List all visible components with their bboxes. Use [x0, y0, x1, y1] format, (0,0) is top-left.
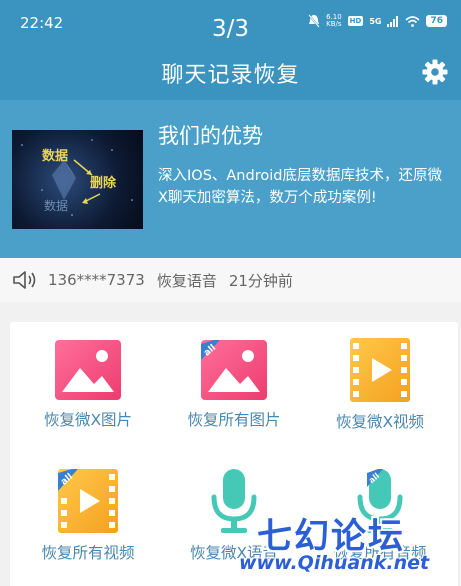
gear-icon[interactable]: [421, 58, 449, 86]
hd-badge: HD: [347, 16, 364, 26]
recover-all-images-button[interactable]: all 恢复所有图片: [159, 338, 309, 430]
net-speed: 6.10 KB/s: [326, 13, 342, 28]
banner-word-data-faded: 数据: [44, 198, 68, 213]
site-watermark: 七幻论坛 www.Qihuank.net: [235, 508, 461, 586]
banner-image: 数据 删除 数据: [12, 130, 143, 229]
recover-all-videos-button[interactable]: all 恢复所有视频: [13, 467, 163, 563]
signal-label: 5G: [369, 16, 382, 26]
notice-time: 21分钟前: [228, 271, 293, 290]
banner-description: 深入IOS、Android底层数据库技术，还原微X聊天加密算法，数万个成功案例!: [158, 168, 442, 206]
tile-label: 恢复微X图片: [43, 411, 133, 429]
battery-indicator: 76: [426, 15, 447, 27]
tile-label: 恢复微X视频: [335, 413, 425, 431]
image-all-icon: all: [201, 340, 267, 400]
data-recovery-illustration: 数据 删除 数据: [21, 139, 133, 216]
video-all-icon: all: [58, 469, 118, 533]
top-header: 22:42 3/3 6.10 KB/s HD 5G 76 聊天记录恢复: [0, 0, 461, 100]
notice-phone: 136****7373: [48, 271, 145, 289]
banner-word-data: 数据: [42, 148, 68, 164]
advantage-banner: 数据 删除 数据 我们的优势 深入IOS、Android底层数据库技术，还原微X…: [0, 100, 461, 258]
tile-label: 恢复所有图片: [187, 411, 281, 429]
speaker-icon: [13, 271, 36, 289]
recent-activity-notice: 136****7373 恢复语音 21分钟前: [0, 258, 461, 302]
video-icon: [350, 338, 410, 402]
watermark-url: www.Qihuank.net: [239, 552, 430, 574]
mute-icon: [308, 14, 320, 28]
recover-wx-videos-button[interactable]: 恢复微X视频: [305, 336, 455, 432]
image-icon: [55, 340, 121, 400]
signal-bars-icon: [387, 15, 399, 27]
recover-wx-images-button[interactable]: 恢复微X图片: [13, 338, 163, 430]
tile-label: 恢复所有视频: [41, 544, 135, 562]
notice-action: 恢复语音: [156, 271, 217, 290]
banner-word-delete: 删除: [90, 175, 117, 191]
banner-title: 我们的优势: [158, 124, 263, 148]
page-title: 聊天记录恢复: [161, 63, 300, 88]
wifi-icon: [405, 15, 421, 27]
status-icons: 6.10 KB/s HD 5G 76: [308, 14, 447, 28]
